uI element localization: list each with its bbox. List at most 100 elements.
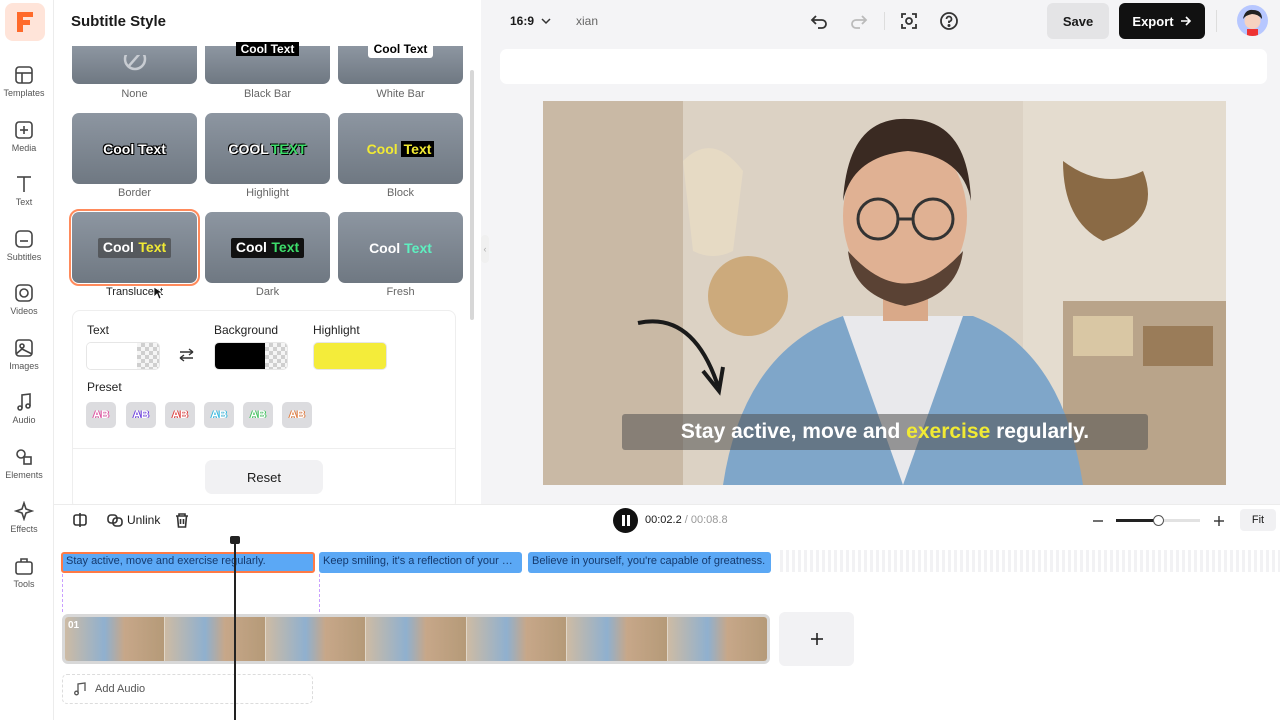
zoom-slider[interactable] (1116, 515, 1200, 526)
add-audio-button[interactable]: Add Audio (62, 674, 313, 704)
rail-label: Videos (10, 306, 38, 316)
save-button[interactable]: Save (1047, 3, 1109, 39)
style-label: Block (387, 187, 414, 199)
reset-button[interactable]: Reset (205, 460, 323, 494)
style-tile-highlight[interactable]: COOL TEXT (205, 113, 330, 184)
divider (884, 12, 885, 30)
style-tile-block[interactable]: Cool Text (338, 113, 463, 184)
undo-button[interactable] (808, 10, 830, 32)
add-audio-label: Add Audio (95, 683, 146, 695)
chevron-down-icon (541, 18, 551, 25)
pause-button[interactable] (613, 508, 638, 533)
video-track[interactable] (62, 614, 770, 664)
text-icon (17, 176, 31, 192)
unlink-label: Unlink (127, 513, 161, 527)
user-avatar[interactable] (1237, 5, 1268, 36)
preset-6[interactable]: AB (282, 402, 312, 428)
subtitle-clip[interactable]: Stay active, move and exercise regularly… (61, 552, 315, 573)
style-label: Highlight (246, 187, 289, 199)
rail-item-media[interactable]: Media (0, 120, 48, 153)
playhead[interactable] (234, 541, 236, 720)
rail-label: Audio (12, 415, 36, 425)
app-logo[interactable] (5, 3, 45, 41)
tile-preview-text-a: Cool (366, 140, 398, 157)
media-icon (15, 121, 33, 139)
rail-label: Text (15, 197, 33, 207)
style-label: White Bar (376, 88, 425, 100)
collapse-panel-handle[interactable]: ‹ (481, 235, 489, 263)
rail-item-subtitles[interactable]: Subtitles (0, 229, 48, 262)
video-thumbnail (366, 617, 467, 661)
help-button[interactable] (938, 10, 960, 32)
subtitle-clip[interactable]: Believe in yourself, you're capable of g… (528, 552, 771, 573)
rail-label: Media (11, 143, 37, 153)
preset-1[interactable]: AB (86, 402, 116, 428)
style-tile-fresh[interactable]: Cool Text (338, 212, 463, 283)
rail-item-images[interactable]: Images (0, 338, 48, 371)
style-tile-translucent[interactable]: Cool Text (69, 209, 200, 286)
sparkle-icon (14, 501, 34, 521)
none-icon (123, 55, 146, 71)
toolbox-icon (15, 558, 33, 575)
rail-label: Elements (5, 470, 43, 480)
tile-preview-text: Cool Text (235, 42, 300, 56)
rail-label: Images (9, 361, 39, 371)
background-color-label: Background (214, 323, 279, 337)
fit-button[interactable]: Fit (1240, 509, 1276, 531)
project-name[interactable]: xian (576, 14, 598, 28)
style-tile-black-bar[interactable]: Cool Text (205, 42, 330, 84)
preset-glyph: AB (289, 409, 305, 421)
preview-toolbar-strip (500, 49, 1267, 84)
split-icon (73, 513, 87, 527)
divider (72, 448, 456, 449)
split-button[interactable] (72, 512, 88, 528)
zoom-out-button[interactable] (1092, 514, 1104, 530)
rail-item-templates[interactable]: Templates (0, 65, 48, 98)
rail-label: Tools (13, 579, 35, 589)
rail-item-audio[interactable]: Audio (0, 392, 48, 425)
preset-2[interactable]: AB (126, 402, 156, 428)
style-label: None (121, 88, 148, 100)
zoom-in-button[interactable] (1213, 514, 1225, 532)
preset-4[interactable]: AB (204, 402, 234, 428)
highlight-color-swatch[interactable] (313, 342, 387, 370)
delete-button[interactable] (174, 512, 190, 528)
style-tile-dark[interactable]: Cool Text (205, 212, 330, 283)
rail-item-text[interactable]: Text (0, 174, 48, 207)
background-color-swatch[interactable] (214, 342, 288, 370)
subtitle-clip[interactable]: Keep smiling, it's a reflection of your … (319, 552, 522, 573)
tile-preview-text-a: Cool (102, 238, 134, 255)
panel-scrollbar[interactable] (470, 70, 474, 320)
rail-item-elements[interactable]: Elements (0, 447, 48, 480)
redo-button[interactable] (848, 10, 870, 32)
video-thumbnail (466, 617, 568, 661)
avatar-image (1243, 9, 1262, 36)
arrow-right-icon (1180, 16, 1191, 26)
aspect-ratio-select[interactable]: 16:9 (510, 14, 551, 28)
duration: / 00:08.8 (684, 514, 728, 526)
zoom-knob[interactable] (1153, 515, 1164, 526)
subtitle-caption[interactable]: Stay active, move and exercise regularly… (622, 414, 1148, 450)
preset-glyph: AB (93, 409, 109, 421)
style-tile-white-bar[interactable]: Cool Text (338, 40, 463, 84)
preset-5[interactable]: AB (243, 402, 273, 428)
rail-item-tools[interactable]: Tools (0, 556, 48, 589)
tile-preview-text-b: Text (400, 140, 435, 157)
unlink-button[interactable]: Unlink (107, 512, 160, 528)
style-tile-border[interactable]: Cool Text (72, 113, 197, 184)
rail-item-videos[interactable]: Videos (0, 283, 48, 316)
video-thumbnail (667, 617, 767, 661)
clip-guide-line (62, 574, 63, 612)
swap-icon[interactable] (178, 348, 195, 362)
screenshot-button[interactable] (898, 10, 920, 32)
rail-item-effects[interactable]: Effects (0, 501, 48, 534)
templates-icon (15, 66, 33, 84)
text-color-swatch[interactable] (86, 342, 160, 370)
add-clip-button[interactable] (779, 612, 854, 666)
export-button[interactable]: Export (1119, 3, 1205, 39)
preset-3[interactable]: AB (165, 402, 195, 428)
video-thumbnail (65, 617, 166, 661)
tile-preview-text-b: TEXT (270, 140, 307, 157)
preset-glyph: AB (133, 409, 149, 421)
style-tile-none[interactable] (72, 46, 197, 84)
